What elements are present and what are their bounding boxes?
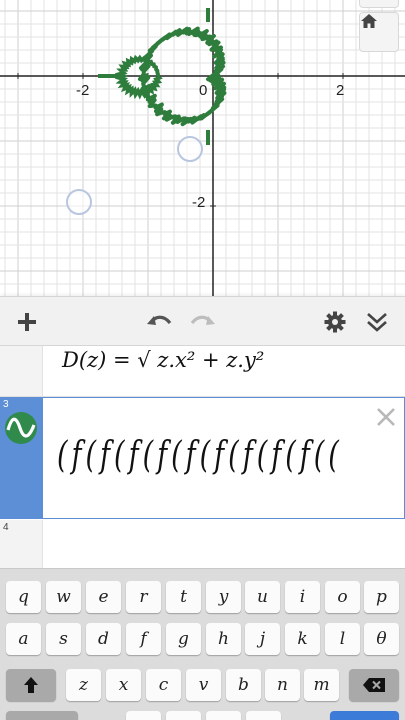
expression-number: 3: [3, 399, 9, 410]
expression-gutter: [0, 346, 43, 397]
key-l[interactable]: l: [325, 623, 360, 655]
key-t[interactable]: t: [166, 581, 201, 613]
expression-4-input[interactable]: [43, 520, 405, 568]
expression-d-of-z[interactable]: D(z) = √ z.x² + z.y²: [62, 348, 264, 372]
shift-key[interactable]: [6, 669, 56, 701]
key-bottom-row-2[interactable]: [126, 711, 161, 720]
key-z[interactable]: z: [66, 669, 101, 701]
key-j[interactable]: j: [245, 623, 280, 655]
expression-4-gutter[interactable]: 4: [0, 520, 43, 568]
key-y[interactable]: y: [206, 581, 241, 613]
movable-point-handle: [177, 136, 203, 162]
key-b[interactable]: b: [226, 669, 261, 701]
y-tick-label-neg2: -2: [192, 194, 206, 211]
expression-3-input[interactable]: (f(f(f(f(f(f(f(f(f((: [43, 397, 405, 519]
math-keyboard: q w e r t y u i o p a s d f g h j k l θ …: [0, 568, 405, 720]
zoom-button-partial[interactable]: [359, 0, 399, 8]
key-theta[interactable]: θ: [364, 623, 399, 655]
x-tick-label-2: 2: [336, 82, 345, 99]
redo-button[interactable]: [186, 305, 220, 339]
shift-arrow-icon: [24, 677, 38, 693]
key-s[interactable]: s: [46, 623, 81, 655]
graph-paper[interactable]: -2 0 2 -2: [0, 0, 405, 296]
expression-number: 4: [3, 522, 9, 533]
key-p[interactable]: p: [364, 581, 399, 613]
home-icon: [361, 14, 377, 28]
expression-3-gutter[interactable]: 3: [0, 397, 43, 519]
key-bottom-row-5[interactable]: [246, 711, 281, 720]
key-x[interactable]: x: [106, 669, 141, 701]
key-k[interactable]: k: [285, 623, 320, 655]
key-g[interactable]: g: [166, 623, 201, 655]
collapse-list-button[interactable]: [360, 305, 394, 339]
enter-key[interactable]: [330, 711, 399, 720]
key-bottom-row-1[interactable]: [6, 711, 78, 720]
undo-icon: [147, 315, 172, 325]
settings-button[interactable]: [318, 305, 352, 339]
redo-icon: [190, 315, 215, 325]
gear-icon: [324, 311, 346, 333]
expression-list: D(z) = √ z.x² + z.y² 3 (f(f(f(f(f(f(f(f(…: [0, 346, 405, 568]
key-f[interactable]: f: [126, 623, 161, 655]
key-a[interactable]: a: [6, 623, 41, 655]
key-q[interactable]: q: [6, 581, 41, 613]
home-button[interactable]: [359, 12, 399, 52]
backspace-key[interactable]: [349, 669, 399, 701]
key-u[interactable]: u: [245, 581, 280, 613]
key-bottom-row-4[interactable]: [206, 711, 241, 720]
key-c[interactable]: c: [146, 669, 181, 701]
key-r[interactable]: r: [126, 581, 161, 613]
backspace-icon: [363, 678, 385, 692]
plus-icon: [18, 313, 36, 331]
x-tick-label-neg2: -2: [76, 82, 90, 99]
wave-icon[interactable]: [4, 411, 38, 445]
key-o[interactable]: o: [325, 581, 360, 613]
key-bottom-row-3[interactable]: [166, 711, 201, 720]
graph-canvas[interactable]: [0, 0, 405, 296]
key-i[interactable]: i: [285, 581, 320, 613]
key-h[interactable]: h: [206, 623, 241, 655]
double-chevron-down-icon: [367, 313, 387, 332]
key-m[interactable]: m: [304, 669, 339, 701]
key-n[interactable]: n: [265, 669, 300, 701]
movable-point-handle: [66, 189, 92, 215]
x-tick-label-0: 0: [199, 82, 208, 99]
add-item-button[interactable]: [10, 305, 44, 339]
undo-button[interactable]: [142, 305, 176, 339]
key-w[interactable]: w: [46, 581, 81, 613]
key-d[interactable]: d: [86, 623, 121, 655]
expression-toolbar: [0, 296, 405, 346]
key-e[interactable]: e: [86, 581, 121, 613]
expression-nested-f[interactable]: (f(f(f(f(f(f(f(f(f((: [57, 435, 343, 477]
key-v[interactable]: v: [186, 669, 221, 701]
close-icon[interactable]: [375, 406, 397, 428]
